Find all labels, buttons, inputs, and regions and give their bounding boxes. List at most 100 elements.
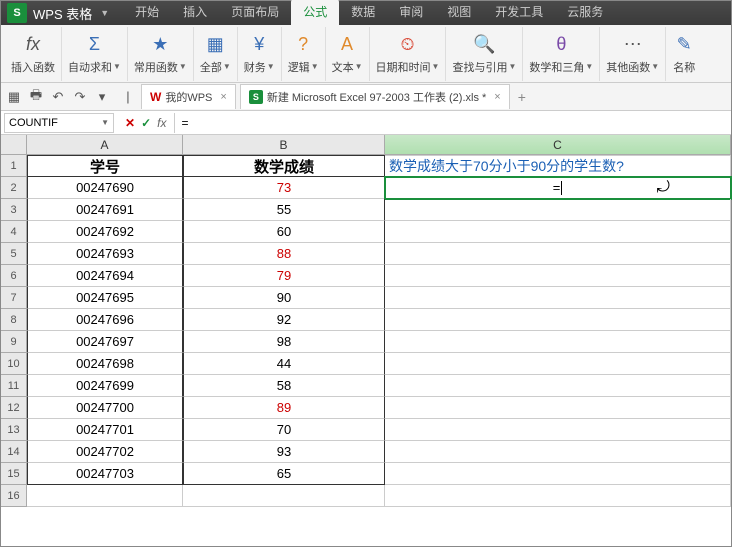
cell-c8[interactable] (385, 309, 731, 331)
cell-a1[interactable]: 学号 (27, 155, 183, 177)
cell-b4[interactable]: 60 (183, 221, 385, 243)
formula-input[interactable]: = (174, 113, 731, 133)
close-icon[interactable]: × (220, 91, 226, 103)
ribbon-名称[interactable]: ✎名称 (666, 27, 702, 81)
row-header-12[interactable]: 12 (1, 397, 27, 419)
row-header-16[interactable]: 16 (1, 485, 27, 507)
cell-a11[interactable]: 00247699 (27, 375, 183, 397)
tab-1[interactable]: 插入 (171, 0, 219, 25)
cell-c3[interactable] (385, 199, 731, 221)
ribbon-日期和时间[interactable]: ⏲日期和时间▼ (370, 27, 447, 81)
doctab-file[interactable]: S 新建 Microsoft Excel 97-2003 工作表 (2).xls… (240, 84, 510, 109)
row-header-5[interactable]: 5 (1, 243, 27, 265)
qat-btn-0[interactable]: ▦ (5, 88, 23, 106)
cell-a14[interactable]: 00247702 (27, 441, 183, 463)
cell-a13[interactable]: 00247701 (27, 419, 183, 441)
row-header-2[interactable]: 2 (1, 177, 27, 199)
app-menu-dropdown-icon[interactable]: ▼ (100, 8, 109, 18)
row-header-14[interactable]: 14 (1, 441, 27, 463)
select-all-corner[interactable] (1, 135, 27, 155)
cell-c7[interactable] (385, 287, 731, 309)
cell-a6[interactable]: 00247694 (27, 265, 183, 287)
cell-b15[interactable]: 65 (183, 463, 385, 485)
name-box[interactable]: COUNTIF ▼ (4, 113, 114, 133)
tab-5[interactable]: 审阅 (387, 0, 435, 25)
row-header-1[interactable]: 1 (1, 155, 27, 177)
cell-a3[interactable]: 00247691 (27, 199, 183, 221)
cell-b6[interactable]: 79 (183, 265, 385, 287)
tab-7[interactable]: 开发工具 (483, 0, 555, 25)
cell-c9[interactable] (385, 331, 731, 353)
ribbon-查找与引用[interactable]: 🔍查找与引用▼ (446, 27, 523, 81)
row-header-15[interactable]: 15 (1, 463, 27, 485)
row-header-10[interactable]: 10 (1, 353, 27, 375)
row-header-11[interactable]: 11 (1, 375, 27, 397)
ribbon-文本[interactable]: A文本▼ (326, 27, 370, 81)
tab-3[interactable]: 公式 (291, 0, 339, 25)
row-header-7[interactable]: 7 (1, 287, 27, 309)
cell-c10[interactable] (385, 353, 731, 375)
cell-b2[interactable]: 73 (183, 177, 385, 199)
qat-btn-3[interactable]: ↷ (71, 88, 89, 106)
fx-button[interactable]: fx (157, 116, 166, 130)
cell-c16[interactable] (385, 485, 731, 507)
cell-c4[interactable] (385, 221, 731, 243)
ribbon-数学和三角[interactable]: θ数学和三角▼ (523, 27, 600, 81)
row-header-9[interactable]: 9 (1, 331, 27, 353)
tab-4[interactable]: 数据 (339, 0, 387, 25)
doctab-mywps[interactable]: W 我的WPS × (141, 84, 236, 109)
cell-b11[interactable]: 58 (183, 375, 385, 397)
cell-b1[interactable]: 数学成绩 (183, 155, 385, 177)
cell-c11[interactable] (385, 375, 731, 397)
new-tab-button[interactable]: + (518, 89, 526, 105)
cell-b13[interactable]: 70 (183, 419, 385, 441)
cell-b16[interactable] (183, 485, 385, 507)
ribbon-财务[interactable]: ¥财务▼ (238, 27, 282, 81)
cell-a10[interactable]: 00247698 (27, 353, 183, 375)
cell-a16[interactable] (27, 485, 183, 507)
row-header-6[interactable]: 6 (1, 265, 27, 287)
ribbon-逻辑[interactable]: ?逻辑▼ (282, 27, 326, 81)
cell-b10[interactable]: 44 (183, 353, 385, 375)
close-icon[interactable]: × (494, 91, 500, 103)
qat-btn-2[interactable]: ↶ (49, 88, 67, 106)
cell-c5[interactable] (385, 243, 731, 265)
ribbon-自动求和[interactable]: Σ自动求和▼ (62, 27, 128, 81)
cell-a7[interactable]: 00247695 (27, 287, 183, 309)
cell-c12[interactable] (385, 397, 731, 419)
col-header-b[interactable]: B (183, 135, 385, 155)
cell-c1[interactable]: 数学成绩大于70分小于90分的学生数? (385, 155, 731, 177)
cell-c2-editing[interactable]: =⤾ (385, 177, 731, 199)
cell-b5[interactable]: 88 (183, 243, 385, 265)
cell-b3[interactable]: 55 (183, 199, 385, 221)
ribbon-其他函数[interactable]: ⋯其他函数▼ (600, 27, 666, 81)
cell-a12[interactable]: 00247700 (27, 397, 183, 419)
cell-a2[interactable]: 00247690 (27, 177, 183, 199)
row-header-8[interactable]: 8 (1, 309, 27, 331)
tab-2[interactable]: 页面布局 (219, 0, 291, 25)
tab-6[interactable]: 视图 (435, 0, 483, 25)
cell-c14[interactable] (385, 441, 731, 463)
ribbon-全部[interactable]: ▦全部▼ (194, 27, 238, 81)
qat-btn-4[interactable]: ▾ (93, 88, 111, 106)
cell-c6[interactable] (385, 265, 731, 287)
cell-c13[interactable] (385, 419, 731, 441)
row-header-4[interactable]: 4 (1, 221, 27, 243)
cell-b14[interactable]: 93 (183, 441, 385, 463)
cell-a9[interactable]: 00247697 (27, 331, 183, 353)
ribbon-插入函数[interactable]: fx插入函数 (5, 27, 62, 81)
qat-btn-1[interactable]: 🖶 (27, 88, 45, 106)
cell-a8[interactable]: 00247696 (27, 309, 183, 331)
ribbon-常用函数[interactable]: ★常用函数▼ (128, 27, 194, 81)
cell-c15[interactable] (385, 463, 731, 485)
cell-a4[interactable]: 00247692 (27, 221, 183, 243)
cell-b12[interactable]: 89 (183, 397, 385, 419)
col-header-c[interactable]: C (385, 135, 731, 155)
tab-0[interactable]: 开始 (123, 0, 171, 25)
name-box-dropdown-icon[interactable]: ▼ (101, 118, 109, 127)
row-header-13[interactable]: 13 (1, 419, 27, 441)
confirm-formula-button[interactable]: ✓ (141, 116, 151, 130)
cell-b8[interactable]: 92 (183, 309, 385, 331)
tab-8[interactable]: 云服务 (555, 0, 615, 25)
cancel-formula-button[interactable]: ✕ (125, 116, 135, 130)
